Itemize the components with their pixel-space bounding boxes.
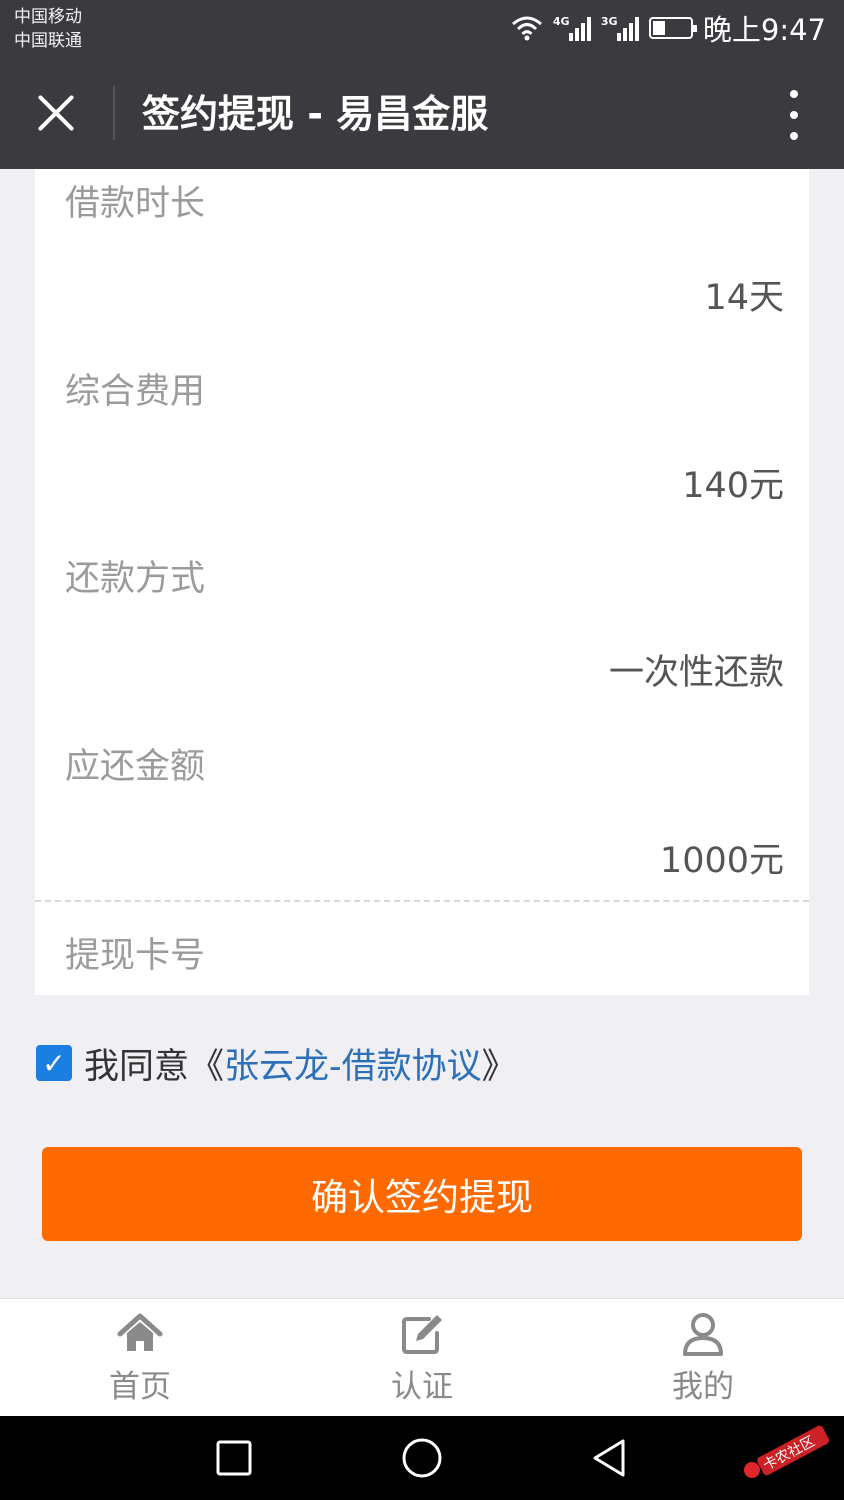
close-icon[interactable] [28,86,84,142]
recents-button[interactable] [194,1416,274,1500]
status-bar: 中国移动 中国联通 4G 3G 晚上9:47 [0,0,844,56]
nav-bar: 签约提现 - 易昌金服 [0,56,844,169]
confirm-withdraw-button[interactable]: 确认签约提现 [42,1147,802,1241]
bottom-tab-bar: 首页 认证 我的 [0,1298,844,1416]
back-triangle-icon [593,1439,625,1477]
nav-divider [113,86,115,140]
user-icon [683,1313,723,1356]
detail-value-repay-method: 一次性还款 [608,653,784,693]
page-title: 签约提现 - 易昌金服 [142,92,489,136]
detail-value-repay-amount: 1000元 [659,841,784,881]
agreement-checkbox[interactable]: ✓ [36,1045,72,1081]
carrier-1: 中国移动 [14,7,82,27]
tab-home[interactable]: 首页 [40,1299,240,1417]
detail-label-repay-method: 还款方式 [65,559,206,599]
circle-icon [402,1438,442,1478]
square-icon [216,1440,252,1476]
detail-label-repay-amount: 应还金额 [65,747,206,787]
more-menu-icon[interactable] [782,90,806,140]
detail-value-fee: 140元 [682,466,784,506]
agreement-bracket-close: 》 [481,1046,517,1087]
watermark-logo: 卡农社区 [744,1425,830,1478]
agreement-prefix: 我同意 [84,1046,190,1087]
agreement-bracket-open: 《 [189,1046,225,1087]
status-time: 晚上9:47 [702,13,826,47]
detail-label-fee: 综合费用 [65,372,206,412]
battery-icon [648,17,697,39]
tab-mine[interactable]: 我的 [603,1299,803,1417]
tab-verify-label: 认证 [391,1369,453,1405]
tab-home-label: 首页 [109,1369,171,1405]
detail-label-duration: 借款时长 [65,184,206,224]
home-button[interactable] [382,1416,462,1500]
dashed-divider [35,900,809,902]
agreement-link[interactable]: 张云龙-借款协议 [224,1038,482,1089]
back-button[interactable] [570,1416,650,1500]
detail-value-duration: 14天 [704,278,784,318]
signal-4g-icon: 4G [553,15,591,41]
carrier-names: 中国移动 中国联通 [14,5,82,53]
status-indicators: 4G 3G 晚上9:47 [511,8,826,48]
signal-3g-icon: 3G [601,15,639,41]
withdraw-card-label: 提现卡号 [65,936,206,976]
home-icon [117,1313,163,1351]
system-nav-bar [0,1416,844,1500]
edit-icon [402,1315,442,1354]
tab-verify[interactable]: 认证 [322,1299,522,1417]
loan-details-card: 借款时长 14天 综合费用 140元 还款方式 一次性还款 应还金额 1000元… [35,169,809,995]
wifi-icon [511,16,542,41]
agreement-row: ✓ 我同意 《 张云龙-借款协议 》 [36,1038,517,1089]
tab-mine-label: 我的 [672,1369,734,1405]
carrier-2: 中国联通 [14,31,82,51]
